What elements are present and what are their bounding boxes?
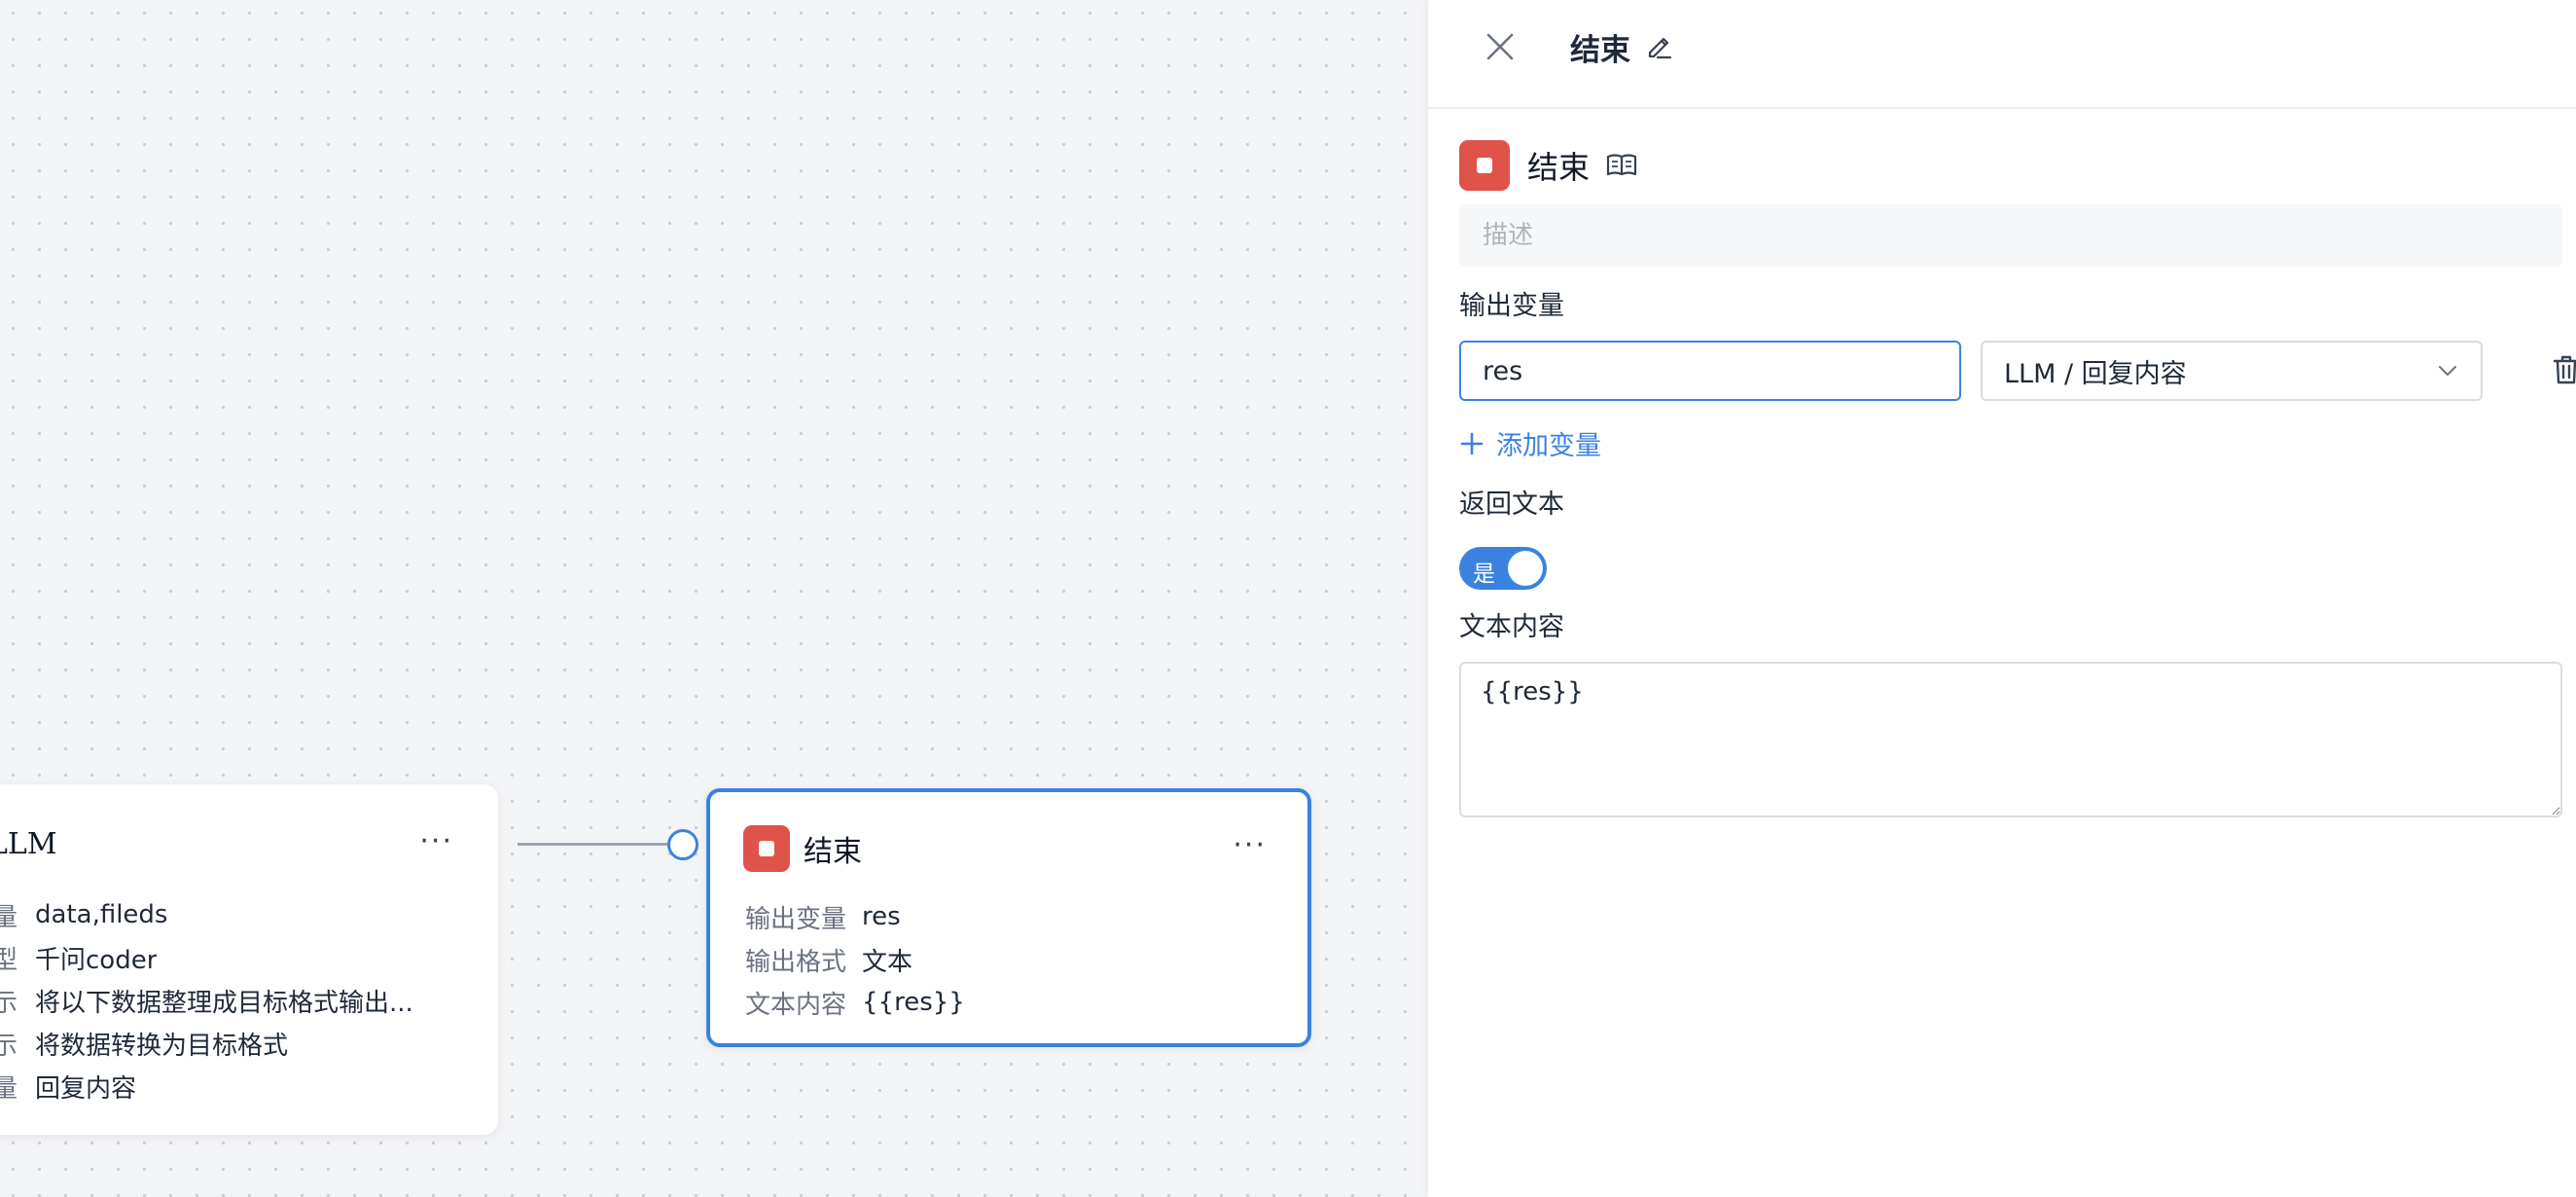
- end-node-icon: [1459, 140, 1510, 191]
- trash-icon[interactable]: [2551, 353, 2576, 386]
- end-node-input-port[interactable]: [667, 829, 698, 860]
- llm-node-row: 模型千问coder: [0, 936, 413, 979]
- row-key: 输出格式: [745, 947, 847, 977]
- toggle-knob: [1508, 551, 1543, 586]
- end-node-more-button[interactable]: ···: [1233, 831, 1267, 860]
- llm-node-row: 变量回复内容: [0, 1065, 413, 1107]
- chevron-down-icon: [2439, 366, 2456, 376]
- panel-header: 结束: [1428, 0, 2576, 109]
- connection-edge[interactable]: [518, 843, 681, 846]
- llm-node-header: LLM: [0, 827, 57, 861]
- row-value: 将以下数据整理成目标格式输出...: [35, 988, 413, 1018]
- row-value: data,fileds: [35, 900, 168, 929]
- description-input[interactable]: [1459, 204, 2562, 267]
- end-node-row: 输出变量 res: [745, 895, 965, 938]
- add-variable-label: 添加变量: [1496, 431, 1601, 461]
- end-node-row: 输出格式 文本: [745, 938, 965, 981]
- row-value: res: [862, 902, 901, 931]
- text-content-textarea[interactable]: {{res}}: [1459, 662, 2562, 817]
- row-value: {{res}}: [862, 988, 965, 1017]
- node-name: 结束: [1527, 149, 1591, 186]
- row-key: 变量: [0, 902, 18, 932]
- end-node-title: 结束: [804, 835, 862, 869]
- close-icon[interactable]: [1485, 31, 1516, 62]
- row-key: 提示: [0, 1031, 18, 1061]
- workflow-canvas[interactable]: LLM ··· 变量 data,fileds 模型千问coder 提示将以下数据整…: [0, 0, 1428, 1197]
- end-node-row: 文本内容 {{res}}: [745, 981, 965, 1024]
- row-value: 将数据转换为目标格式: [35, 1031, 289, 1061]
- add-variable-button[interactable]: 添加变量: [1459, 424, 1601, 462]
- output-var-source-value: LLM / 回复内容: [2004, 358, 2187, 389]
- plus-icon: [1460, 432, 1484, 454]
- row-key: 变量: [0, 1073, 18, 1104]
- row-key: 文本内容: [745, 990, 847, 1020]
- llm-node-row: 提示将以下数据整理成目标格式输出...: [0, 979, 413, 1022]
- llm-node-row: 提示将数据转换为目标格式: [0, 1022, 413, 1065]
- llm-node-more-button[interactable]: ···: [419, 827, 453, 856]
- output-vars-label: 输出变量: [1459, 291, 1564, 321]
- toggle-label: 是: [1473, 562, 1495, 587]
- row-key: 输出变量: [745, 904, 847, 934]
- llm-node[interactable]: LLM ··· 变量 data,fileds 模型千问coder 提示将以下数据整…: [0, 784, 498, 1135]
- llm-node-rows: 变量 data,fileds 模型千问coder 提示将以下数据整理成目标格式输出…: [0, 893, 413, 1107]
- book-icon[interactable]: [1605, 149, 1638, 182]
- end-node-icon: [743, 825, 790, 872]
- return-text-toggle[interactable]: 是: [1459, 547, 1547, 590]
- llm-node-row: 变量 data,fileds: [0, 893, 413, 936]
- row-value: 回复内容: [35, 1073, 137, 1104]
- row-key: 提示: [0, 988, 18, 1018]
- end-node[interactable]: 结束 ··· 输出变量 res 输出格式 文本 文本内容 {{res}}: [706, 788, 1311, 1047]
- output-var-name-input[interactable]: [1459, 341, 1961, 401]
- edit-icon[interactable]: [1644, 31, 1673, 60]
- llm-node-title: LLM: [0, 827, 57, 861]
- row-key: 模型: [0, 945, 18, 975]
- node-name-row: 结束: [1459, 140, 1638, 191]
- row-value: 千问coder: [35, 945, 158, 975]
- node-settings-panel: 结束 结束 输出变量 LLM / 回复内容: [1428, 0, 2576, 1197]
- output-var-source-select[interactable]: LLM / 回复内容: [1981, 341, 2483, 401]
- end-node-rows: 输出变量 res 输出格式 文本 文本内容 {{res}}: [745, 895, 965, 1024]
- text-content-label: 文本内容: [1459, 612, 1564, 642]
- panel-title: 结束: [1570, 33, 1630, 68]
- row-value: 文本: [862, 947, 913, 977]
- return-text-label: 返回文本: [1459, 490, 1564, 520]
- end-node-header: 结束: [743, 825, 862, 872]
